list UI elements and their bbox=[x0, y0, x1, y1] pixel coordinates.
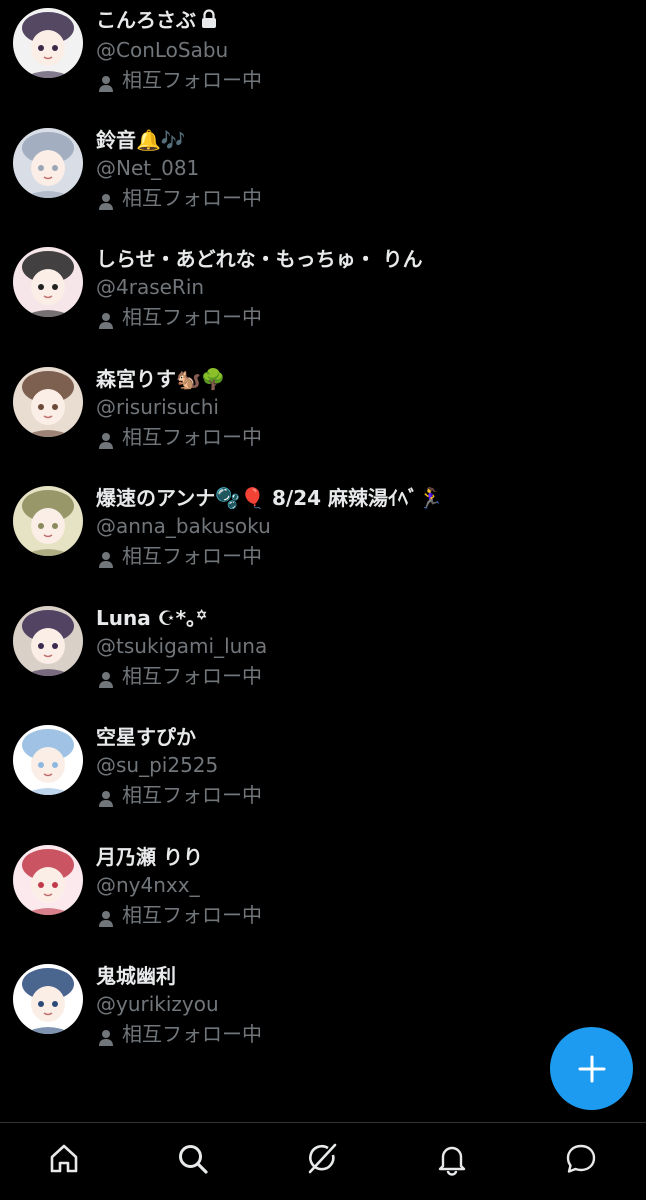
avatar[interactable] bbox=[13, 844, 83, 915]
mutual-follow-label: 相互フォロー中 bbox=[122, 424, 262, 449]
display-name: 空星すぴか bbox=[96, 723, 636, 751]
display-name-text: 月乃瀬 りり bbox=[96, 844, 203, 869]
mutual-follow-badge: 相互フォロー中 bbox=[96, 900, 636, 930]
lock-icon bbox=[200, 8, 218, 36]
tab-messages[interactable] bbox=[559, 1137, 603, 1181]
display-name: しらせ・あどれな・もっちゅ・ りん bbox=[96, 245, 636, 273]
user-row[interactable]: 森宮りす🐿️🌳 @risurisuchi 相互フォロー中 bbox=[0, 339, 646, 459]
mutual-follow-label: 相互フォロー中 bbox=[122, 305, 262, 329]
grok-icon bbox=[308, 1143, 337, 1174]
avatar[interactable] bbox=[13, 8, 83, 78]
user-handle: @risurisuchi bbox=[96, 394, 219, 419]
person-icon bbox=[98, 189, 114, 210]
display-name-text: Luna ☪︎*｡꙳ bbox=[96, 605, 208, 630]
avatar[interactable] bbox=[13, 127, 83, 198]
user-handle: @ConLoSabu bbox=[96, 37, 229, 62]
user-row[interactable]: Luna ☪︎*｡꙳ @tsukigami_luna 相互フォロー中 bbox=[0, 578, 646, 698]
person-icon bbox=[98, 308, 114, 329]
user-handle: @4raseRin bbox=[96, 275, 205, 299]
user-handle: @su_pi2525 bbox=[96, 753, 219, 777]
tab-notifications[interactable] bbox=[430, 1137, 474, 1181]
user-info: Luna ☪︎*｡꙳ @tsukigami_luna 相互フォロー中 bbox=[96, 604, 636, 691]
user-row[interactable]: 空星すぴか @su_pi2525 相互フォロー中 bbox=[0, 697, 646, 817]
bottom-tab-bar bbox=[0, 1122, 646, 1200]
avatar[interactable] bbox=[13, 247, 83, 317]
mutual-follow-badge: 相互フォロー中 bbox=[96, 183, 636, 213]
avatar[interactable] bbox=[13, 605, 83, 676]
person-icon bbox=[98, 786, 114, 807]
display-name-text: しらせ・あどれな・もっちゅ・ りん bbox=[96, 247, 423, 271]
mutual-follow-badge: 相互フォロー中 bbox=[96, 65, 636, 95]
user-handle: @tsukigami_luna bbox=[96, 633, 268, 658]
display-name: 鈴音🔔🎶 bbox=[96, 126, 636, 154]
person-icon bbox=[98, 71, 114, 92]
user-info: しらせ・あどれな・もっちゅ・ りん @4raseRin 相互フォロー中 bbox=[96, 245, 636, 332]
user-info: 爆速のアンナ🫧🎈 8/24 麻辣湯ｲﾍﾞ🏃‍♀️ @anna_bakusoku 相互… bbox=[96, 484, 636, 571]
home-icon bbox=[50, 1144, 78, 1173]
avatar[interactable] bbox=[13, 964, 83, 1034]
user-info: 空星すぴか @su_pi2525 相互フォロー中 bbox=[96, 723, 636, 810]
user-info: こんろさぶ @ConLoSabu 相互フォロー中 bbox=[96, 6, 636, 95]
display-name: 爆速のアンナ🫧🎈 8/24 麻辣湯ｲﾍﾞ🏃‍♀️ bbox=[96, 484, 636, 512]
tab-search[interactable] bbox=[171, 1137, 215, 1181]
user-row[interactable]: 爆速のアンナ🫧🎈 8/24 麻辣湯ｲﾍﾞ🏃‍♀️ @anna_bakusoku 相互… bbox=[0, 458, 646, 578]
person-icon bbox=[98, 906, 114, 927]
user-list: こんろさぶ @ConLoSabu 相互フォロー中 鈴音🔔🎶 @Net_081 相互フォロー… bbox=[0, 0, 646, 1056]
user-handle: @anna_bakusoku bbox=[96, 514, 271, 538]
display-name: 月乃瀬 りり bbox=[96, 843, 636, 871]
user-row[interactable]: 月乃瀬 りり @ny4nxx_ 相互フォロー中 bbox=[0, 817, 646, 937]
message-bubble-icon bbox=[566, 1144, 596, 1173]
tab-grok[interactable] bbox=[300, 1137, 344, 1181]
display-name-text: 爆速のアンナ🫧🎈 8/24 麻辣湯ｲﾍﾞ🏃‍♀️ bbox=[96, 486, 443, 510]
mutual-follow-label: 相互フォロー中 bbox=[122, 185, 262, 210]
display-name-text: 鈴音🔔🎶 bbox=[96, 127, 186, 152]
tab-home[interactable] bbox=[42, 1137, 86, 1181]
user-handle: @ny4nxx_ bbox=[96, 872, 200, 897]
mutual-follow-badge: 相互フォロー中 bbox=[96, 422, 636, 452]
person-icon bbox=[98, 547, 114, 568]
search-icon bbox=[179, 1145, 208, 1174]
avatar[interactable] bbox=[13, 486, 83, 556]
follow-list-screen: こんろさぶ @ConLoSabu 相互フォロー中 鈴音🔔🎶 @Net_081 相互フォロー… bbox=[0, 0, 646, 1200]
display-name: こんろさぶ bbox=[96, 6, 636, 36]
mutual-follow-badge: 相互フォロー中 bbox=[96, 661, 636, 691]
person-icon bbox=[98, 667, 114, 688]
user-info: 鬼城幽利 @yurikizyou 相互フォロー中 bbox=[96, 962, 636, 1049]
mutual-follow-badge: 相互フォロー中 bbox=[96, 302, 636, 332]
mutual-follow-label: 相互フォロー中 bbox=[122, 902, 262, 927]
user-handle: @yurikizyou bbox=[96, 992, 219, 1016]
mutual-follow-label: 相互フォロー中 bbox=[122, 663, 262, 688]
display-name-text: こんろさぶ bbox=[96, 8, 196, 32]
mutual-follow-label: 相互フォロー中 bbox=[122, 783, 262, 807]
display-name-text: 森宮りす🐿️🌳 bbox=[96, 366, 226, 391]
user-row[interactable]: こんろさぶ @ConLoSabu 相互フォロー中 bbox=[0, 0, 646, 100]
mutual-follow-label: 相互フォロー中 bbox=[122, 1022, 262, 1046]
display-name: 鬼城幽利 bbox=[96, 962, 636, 990]
user-row[interactable]: 鈴音🔔🎶 @Net_081 相互フォロー中 bbox=[0, 100, 646, 220]
person-icon bbox=[98, 1025, 114, 1046]
user-handle: @Net_081 bbox=[96, 155, 200, 180]
avatar[interactable] bbox=[13, 366, 83, 437]
compose-button[interactable] bbox=[550, 1027, 633, 1110]
user-row[interactable]: しらせ・あどれな・もっちゅ・ りん @4raseRin 相互フォロー中 bbox=[0, 219, 646, 339]
mutual-follow-badge: 相互フォロー中 bbox=[96, 1019, 636, 1049]
user-row[interactable]: 鬼城幽利 @yurikizyou 相互フォロー中 bbox=[0, 936, 646, 1056]
user-info: 月乃瀬 りり @ny4nxx_ 相互フォロー中 bbox=[96, 843, 636, 930]
bell-icon bbox=[438, 1146, 466, 1176]
display-name-text: 空星すぴか bbox=[96, 725, 196, 749]
mutual-follow-label: 相互フォロー中 bbox=[122, 544, 262, 568]
person-icon bbox=[98, 428, 114, 449]
user-info: 森宮りす🐿️🌳 @risurisuchi 相互フォロー中 bbox=[96, 365, 636, 452]
display-name: 森宮りす🐿️🌳 bbox=[96, 365, 636, 393]
mutual-follow-badge: 相互フォロー中 bbox=[96, 541, 636, 571]
avatar[interactable] bbox=[13, 725, 83, 795]
mutual-follow-badge: 相互フォロー中 bbox=[96, 780, 636, 810]
display-name: Luna ☪︎*｡꙳ bbox=[96, 604, 636, 632]
plus-icon bbox=[578, 1055, 605, 1082]
mutual-follow-label: 相互フォロー中 bbox=[122, 67, 262, 92]
display-name-text: 鬼城幽利 bbox=[96, 964, 176, 988]
user-info: 鈴音🔔🎶 @Net_081 相互フォロー中 bbox=[96, 126, 636, 213]
